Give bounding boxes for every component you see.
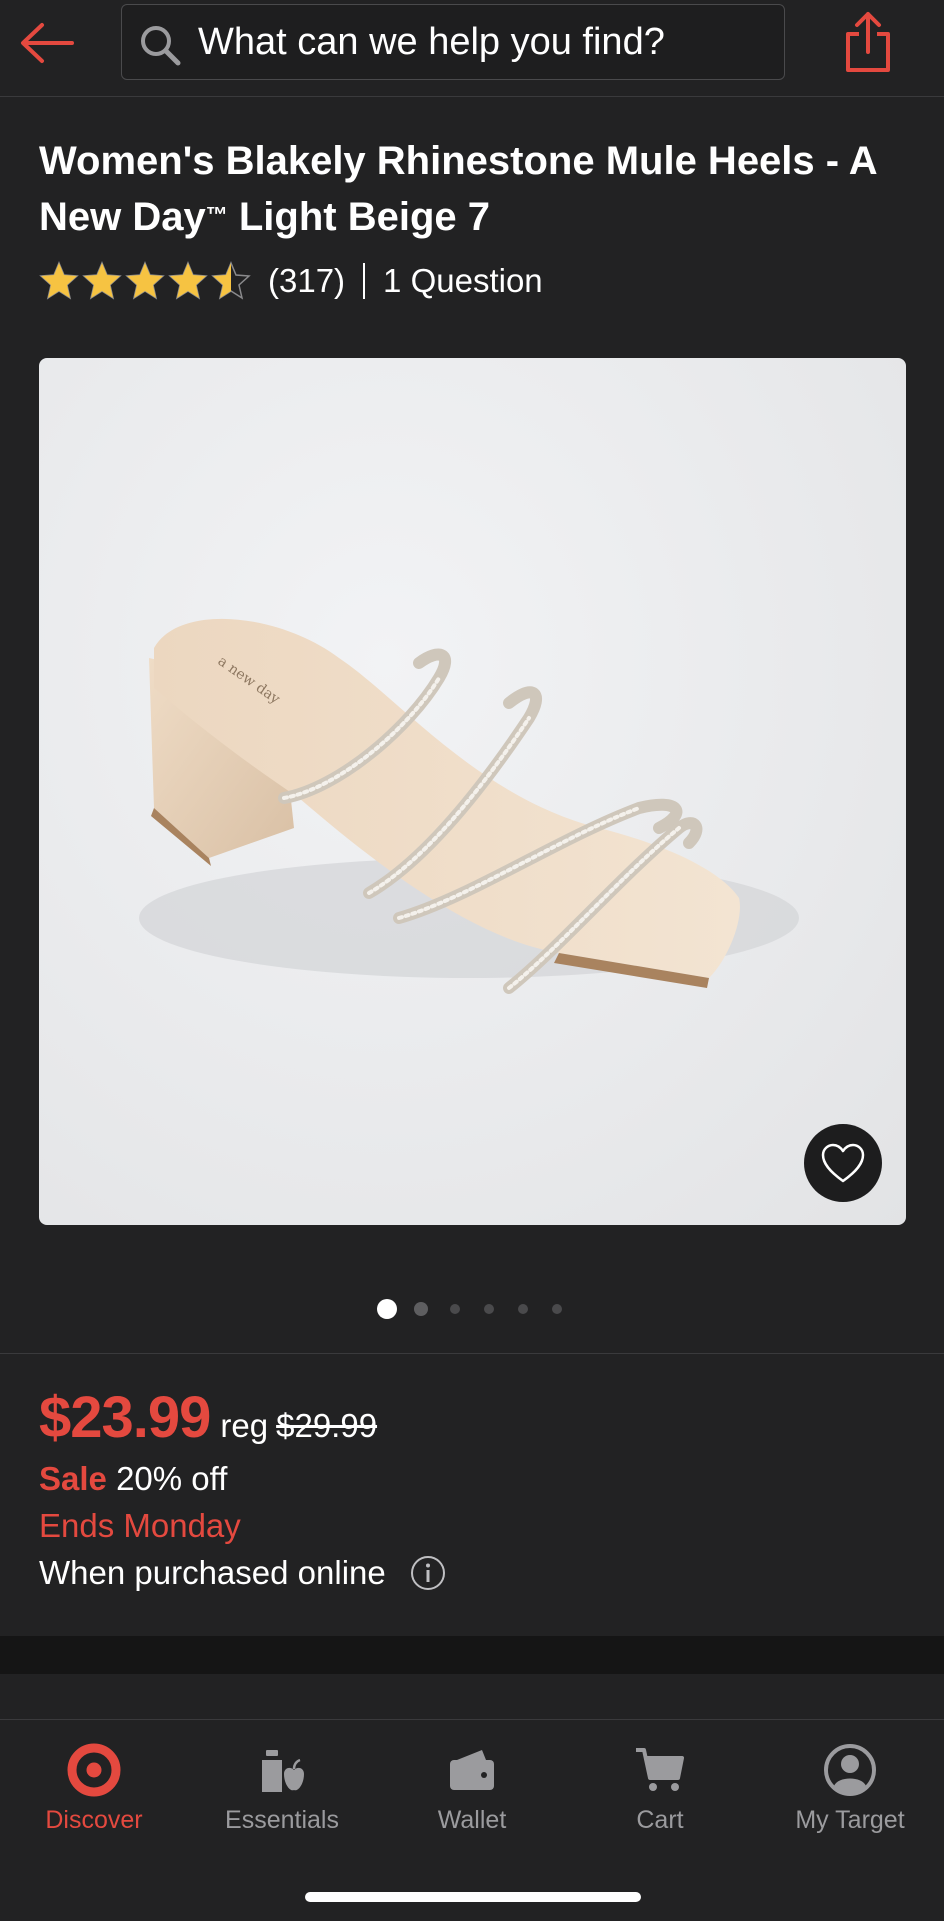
carousel-dot[interactable]: [450, 1304, 460, 1314]
discount-text: 20% off: [116, 1460, 228, 1497]
wallet-icon: [450, 1750, 494, 1790]
price-section: $23.99 reg $29.99 Sale 20% off Ends Mond…: [0, 1353, 944, 1637]
carousel-dot[interactable]: [484, 1304, 494, 1314]
search-input[interactable]: [198, 5, 768, 79]
questions-link[interactable]: 1 Question: [383, 262, 543, 300]
sale-line: Sale 20% off: [39, 1460, 227, 1498]
back-button[interactable]: [18, 18, 76, 68]
star-full-icon: [168, 261, 208, 300]
carousel-indicator[interactable]: [0, 1299, 944, 1319]
nav-label-discover: Discover: [45, 1806, 143, 1834]
user-circle-icon: [824, 1744, 876, 1796]
product-image-carousel[interactable]: a new day: [39, 358, 906, 1225]
reg-label: reg: [220, 1407, 269, 1444]
trademark-symbol: ™: [205, 202, 228, 227]
carousel-dot[interactable]: [414, 1302, 428, 1316]
online-note: When purchased online: [39, 1554, 386, 1591]
product-image: a new day: [139, 618, 799, 994]
nav-label-wallet: Wallet: [437, 1806, 507, 1834]
essentials-icon: [262, 1750, 304, 1792]
star-full-icon: [125, 261, 165, 300]
price-row: $23.99 reg $29.99: [39, 1384, 377, 1451]
arrow-left-icon: [21, 23, 74, 63]
nav-label-cart: Cart: [636, 1806, 684, 1834]
rating-row: (317) 1 Question: [39, 256, 543, 306]
rating-divider: [363, 263, 366, 299]
share-icon: [846, 12, 890, 72]
sale-end-text: Ends Monday: [39, 1507, 241, 1544]
heart-icon: [821, 1143, 865, 1183]
nav-discover[interactable]: Discover: [0, 1742, 188, 1852]
bottom-navigation: Discover Essentials Wallet Cart My Targe…: [0, 1719, 944, 1921]
nav-essentials[interactable]: Essentials: [188, 1742, 376, 1852]
sale-price: $23.99: [39, 1385, 211, 1450]
top-bar: [0, 0, 944, 97]
nav-my-target[interactable]: My Target: [756, 1742, 944, 1852]
carousel-dot[interactable]: [518, 1304, 528, 1314]
reg-price: $29.99: [276, 1407, 378, 1444]
search-bar[interactable]: [121, 4, 785, 80]
search-icon: [141, 26, 181, 66]
star-full-icon: [82, 261, 122, 300]
info-icon[interactable]: [410, 1555, 446, 1591]
nav-label-essentials: Essentials: [225, 1806, 339, 1834]
nav-wallet[interactable]: Wallet: [378, 1742, 566, 1852]
review-count[interactable]: (317): [268, 262, 345, 300]
star-rating[interactable]: [39, 261, 254, 301]
nav-label-my-target: My Target: [795, 1806, 905, 1834]
nav-cart[interactable]: Cart: [566, 1742, 754, 1852]
target-icon: [67, 1743, 121, 1797]
sale-label: Sale: [39, 1460, 107, 1497]
star-half-icon: [211, 261, 251, 300]
home-indicator[interactable]: [305, 1892, 641, 1902]
section-gap: [0, 1636, 944, 1674]
cart-icon: [636, 1748, 684, 1791]
carousel-dot[interactable]: [377, 1299, 397, 1319]
online-note-row: When purchased online: [39, 1554, 446, 1592]
carousel-dot[interactable]: [552, 1304, 562, 1314]
share-button[interactable]: [840, 10, 896, 76]
star-full-icon: [39, 261, 79, 300]
favorite-button[interactable]: [804, 1124, 882, 1202]
title-tail: Light Beige 7: [227, 195, 490, 239]
product-title: Women's Blakely Rhinestone Mule Heels - …: [39, 134, 909, 244]
